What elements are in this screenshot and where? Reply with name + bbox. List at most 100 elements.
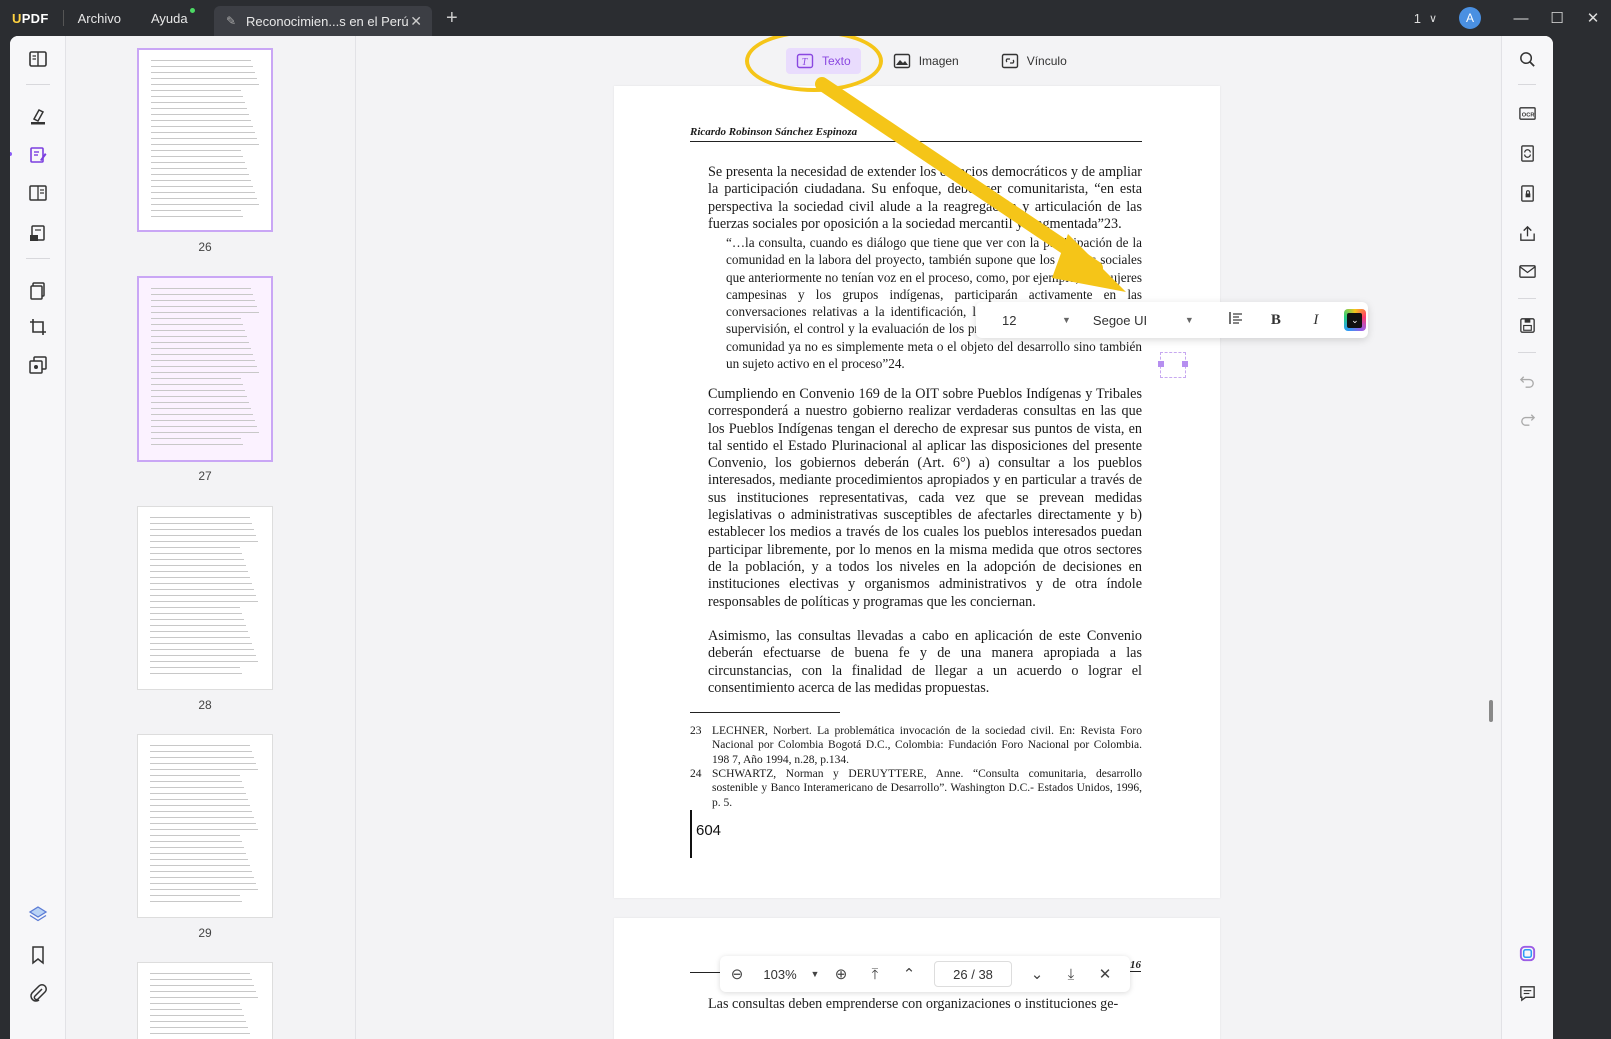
thumbnail-page-26[interactable] xyxy=(137,48,273,232)
thumbnail-text-line xyxy=(150,535,256,536)
zoom-level[interactable]: 103% xyxy=(754,967,806,982)
rail-separator xyxy=(1518,298,1536,299)
thumbnail-text-line xyxy=(150,889,258,890)
thumbnail-text-line xyxy=(150,607,240,608)
layers-icon[interactable] xyxy=(26,904,50,926)
font-size-select[interactable]: 12 xyxy=(1002,313,1062,328)
redo-icon[interactable] xyxy=(1516,408,1538,430)
thumbnail-text-line xyxy=(151,120,251,121)
thumbnail-text-line xyxy=(150,673,242,674)
ocr-icon[interactable]: OCR xyxy=(1516,102,1538,124)
page-separator: / xyxy=(971,966,975,982)
menu-archivo[interactable]: Archivo xyxy=(78,11,121,26)
previous-page-icon[interactable]: ⌃ xyxy=(892,965,926,983)
thumbnail-text-line xyxy=(150,979,252,980)
thumbnail-text-line xyxy=(151,84,259,85)
close-icon[interactable]: ✕ xyxy=(1088,965,1122,983)
page-input[interactable]: 26 / 38 xyxy=(934,961,1012,987)
caret-down-icon[interactable]: ▼ xyxy=(806,969,824,979)
right-tool-rail: OCR xyxy=(1501,36,1553,1039)
form-icon[interactable] xyxy=(26,222,50,244)
comment-highlighter-icon[interactable] xyxy=(26,106,50,128)
thumbnail-text-line xyxy=(150,817,254,818)
organize-pages-icon[interactable] xyxy=(26,280,50,302)
convert-icon[interactable] xyxy=(1516,142,1538,164)
thumbnail-page-27[interactable] xyxy=(137,276,273,462)
close-window-icon[interactable]: ✕ xyxy=(1575,9,1611,27)
maximize-icon[interactable]: ☐ xyxy=(1539,9,1575,27)
thumbnail-text-line xyxy=(150,625,246,626)
text-color-picker[interactable]: ⌄ xyxy=(1343,309,1366,331)
thumbnail-text-line xyxy=(150,811,252,812)
undo-icon[interactable] xyxy=(1516,370,1538,392)
thumbnail-page-28[interactable] xyxy=(137,506,273,690)
zoom-in-icon[interactable]: ⊕ xyxy=(824,965,858,983)
email-icon[interactable] xyxy=(1516,260,1538,282)
document-tab[interactable]: ✎ Reconocimien...s en el Perú ✕ xyxy=(214,6,432,36)
search-icon[interactable] xyxy=(1516,48,1538,70)
caret-down-icon[interactable]: ▼ xyxy=(1062,315,1071,325)
attachment-icon[interactable] xyxy=(26,982,50,1004)
add-tab-icon[interactable]: + xyxy=(446,7,458,30)
thumbnail-text-line xyxy=(151,408,251,409)
menu-ayuda[interactable]: Ayuda xyxy=(151,7,195,26)
save-icon[interactable] xyxy=(1516,314,1538,336)
chevron-down-icon[interactable]: ∨ xyxy=(1429,12,1437,25)
thumbnail-text-line xyxy=(150,799,248,800)
minimize-icon[interactable]: — xyxy=(1503,10,1539,27)
close-tab-icon[interactable]: ✕ xyxy=(410,13,422,30)
thumbnail-label: 29 xyxy=(198,926,212,940)
thumbnail-text-line xyxy=(150,541,258,542)
window-count[interactable]: 1 xyxy=(1414,11,1421,26)
last-page-icon[interactable]: ⤓ xyxy=(1054,966,1088,983)
protect-icon[interactable] xyxy=(26,354,50,376)
page-layout-icon[interactable] xyxy=(26,182,50,204)
italic-button[interactable]: I xyxy=(1296,312,1336,329)
thumbnail-text-line xyxy=(150,601,258,602)
next-page-icon[interactable]: ⌄ xyxy=(1020,965,1054,983)
thumbnail-text-line xyxy=(150,1009,242,1010)
left-tool-rail xyxy=(10,36,66,1039)
thumbnail-text-line xyxy=(150,1021,246,1022)
annotation-arrow xyxy=(815,77,1126,292)
thumbnail-text-line xyxy=(151,72,255,73)
thumbnail-text-line xyxy=(151,324,243,325)
tab-title: Reconocimien...s en el Perú xyxy=(246,13,409,29)
caret-down-icon[interactable]: ▼ xyxy=(1185,315,1194,325)
resize-handle[interactable] xyxy=(1182,361,1188,367)
thumbnail-page-29[interactable] xyxy=(137,734,273,918)
thumbnail-text-line xyxy=(151,162,245,163)
thumbnail-text-line xyxy=(150,565,246,566)
protect-file-icon[interactable] xyxy=(1516,182,1538,204)
thumbnail-text-line xyxy=(150,973,250,974)
comment-icon[interactable] xyxy=(1516,982,1538,1004)
thumbnail-page-30[interactable] xyxy=(137,962,273,1039)
bookmark-icon[interactable] xyxy=(26,944,50,966)
crop-icon[interactable] xyxy=(26,316,50,338)
thumbnail-text-line xyxy=(151,198,257,199)
thumbnail-text-line xyxy=(151,372,259,373)
thumbnail-text-line xyxy=(150,901,242,902)
avatar[interactable]: A xyxy=(1459,7,1481,29)
align-left-icon[interactable] xyxy=(1216,310,1256,330)
svg-text:OCR: OCR xyxy=(1521,112,1534,118)
first-page-icon[interactable]: ⤒ xyxy=(858,966,892,983)
thumbnail-text-line xyxy=(151,402,249,403)
thumbnail-text-line xyxy=(150,637,250,638)
selection-box[interactable] xyxy=(1158,352,1188,378)
reader-icon[interactable] xyxy=(26,48,50,70)
total-pages: 38 xyxy=(978,966,993,982)
thumbnail-text-line xyxy=(151,420,255,421)
thumbnail-text-line xyxy=(150,769,258,770)
resize-handle[interactable] xyxy=(1158,361,1164,367)
share-icon[interactable] xyxy=(1516,222,1538,244)
edit-pdf-icon[interactable] xyxy=(26,144,50,166)
font-family-select[interactable]: Segoe UI xyxy=(1093,313,1185,328)
document-canvas[interactable]: T Texto Imagen Vínculo Ricardo Robinson … xyxy=(356,36,1501,1039)
ai-assistant-icon[interactable] xyxy=(1516,942,1538,964)
scrollbar-thumb[interactable] xyxy=(1489,700,1493,722)
thumbnail-text-line xyxy=(151,348,251,349)
thumbnail-text-line xyxy=(151,306,257,307)
zoom-out-icon[interactable]: ⊖ xyxy=(720,965,754,983)
bold-button[interactable]: B xyxy=(1256,312,1296,329)
